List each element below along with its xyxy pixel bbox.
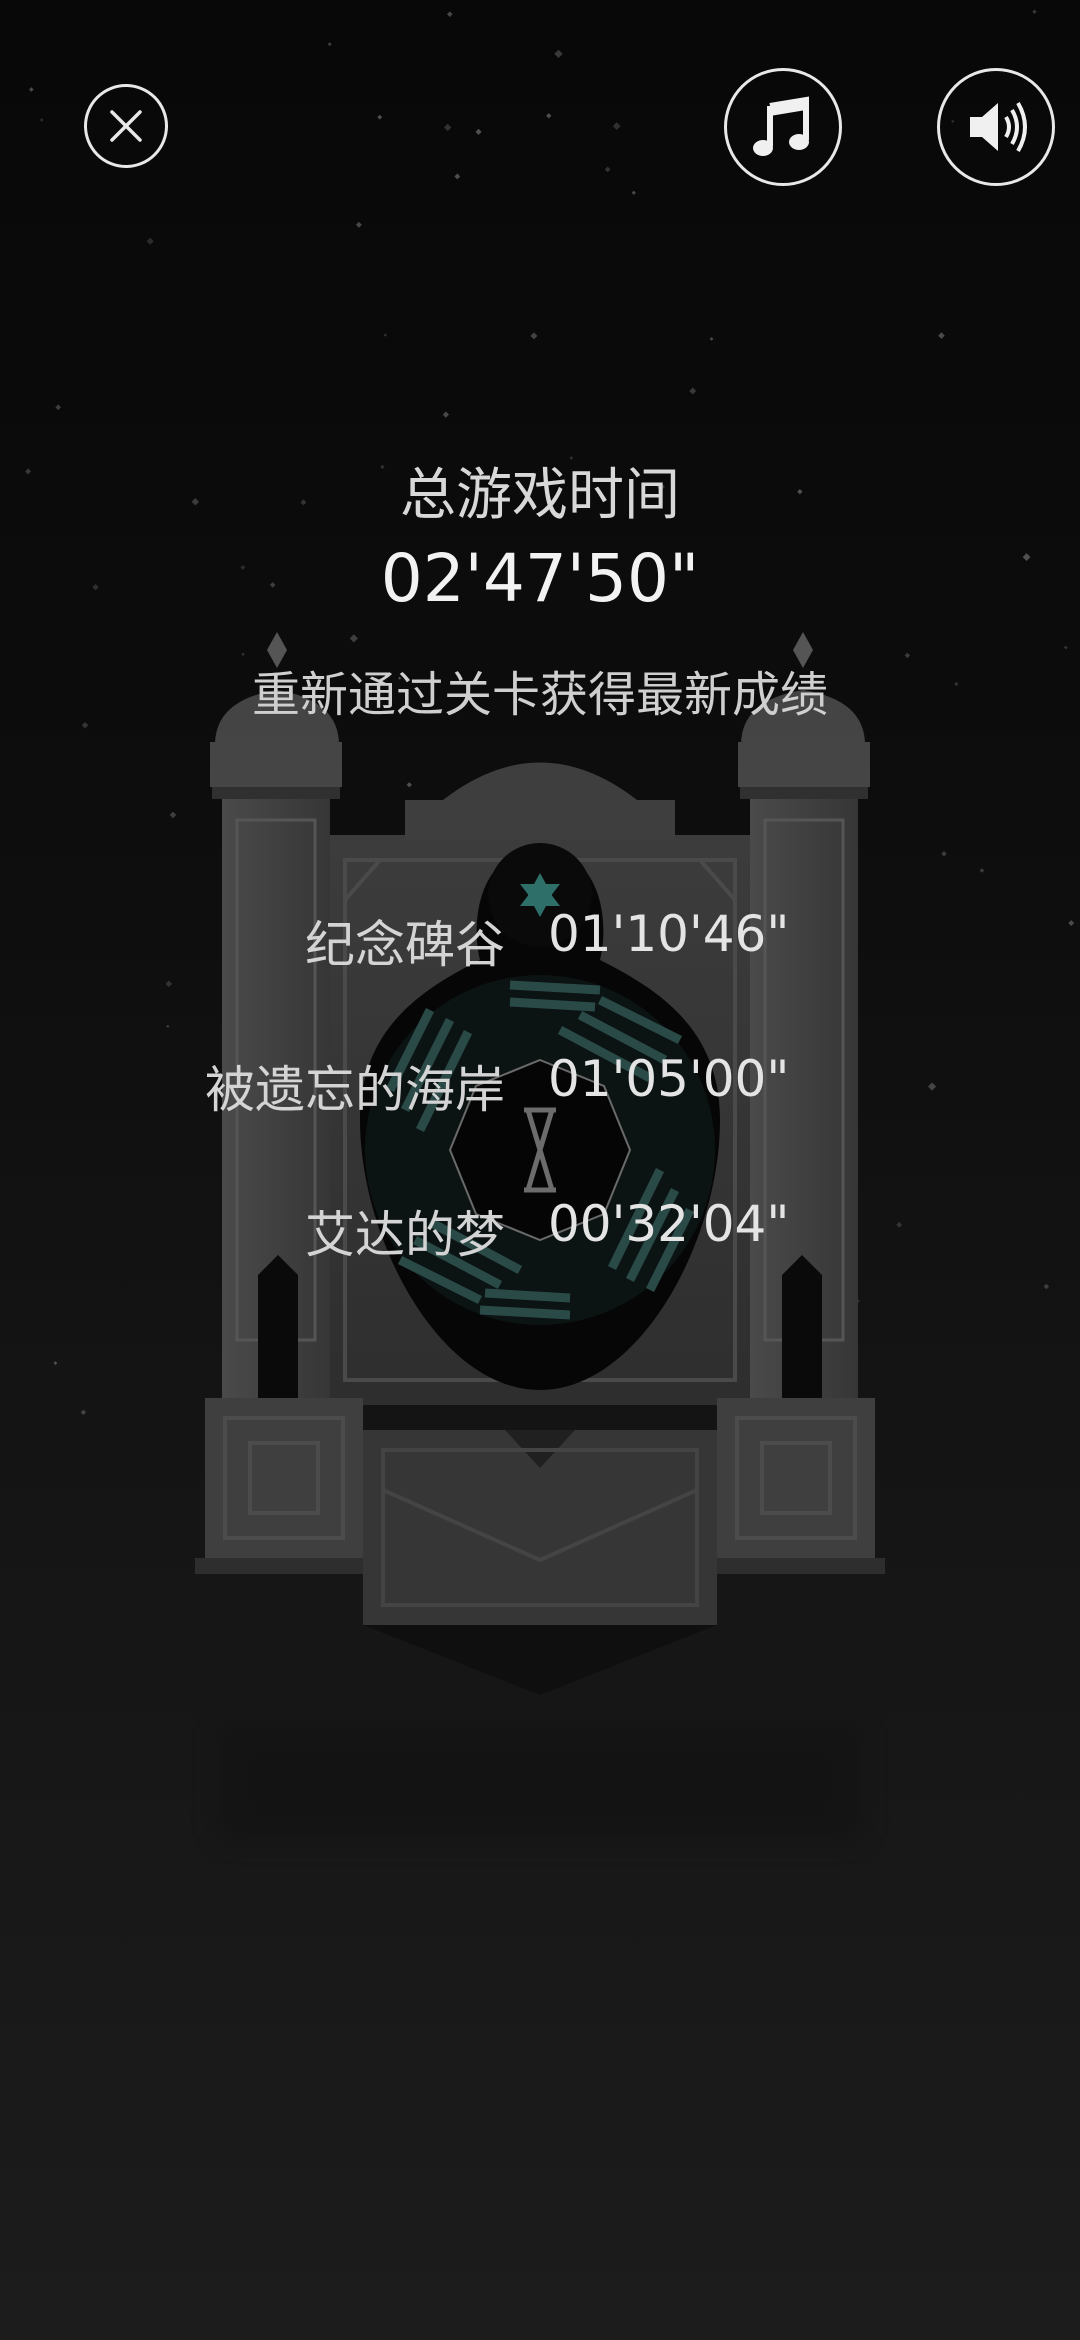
- level-time: 01'10'46": [548, 905, 790, 963]
- monument-illustration: [195, 632, 885, 1695]
- level-name: 纪念碑谷: [305, 916, 505, 974]
- level-row: 艾达的梦 00'32'04": [0, 1195, 1080, 1265]
- pedestal-shadow: [222, 1728, 858, 1836]
- level-time: 00'32'04": [548, 1195, 790, 1253]
- music-toggle-button[interactable]: [724, 68, 842, 186]
- total-playtime-value: 02'47'50": [380, 540, 700, 617]
- replay-hint-text: 重新通过关卡获得最新成绩: [251, 667, 828, 723]
- level-row: 被遗忘的海岸 01'05'00": [0, 1050, 1080, 1120]
- music-note-icon: [753, 96, 809, 156]
- sound-toggle-button[interactable]: [937, 68, 1055, 186]
- total-playtime-label: 总游戏时间: [400, 463, 680, 528]
- close-icon: [110, 110, 142, 142]
- close-button[interactable]: [84, 84, 168, 168]
- level-name: 艾达的梦: [305, 1206, 505, 1264]
- speaker-volume-icon: [970, 101, 1027, 153]
- level-time: 01'05'00": [548, 1050, 790, 1108]
- level-row: 纪念碑谷 01'10'46": [0, 905, 1080, 975]
- level-name: 被遗忘的海岸: [205, 1061, 505, 1119]
